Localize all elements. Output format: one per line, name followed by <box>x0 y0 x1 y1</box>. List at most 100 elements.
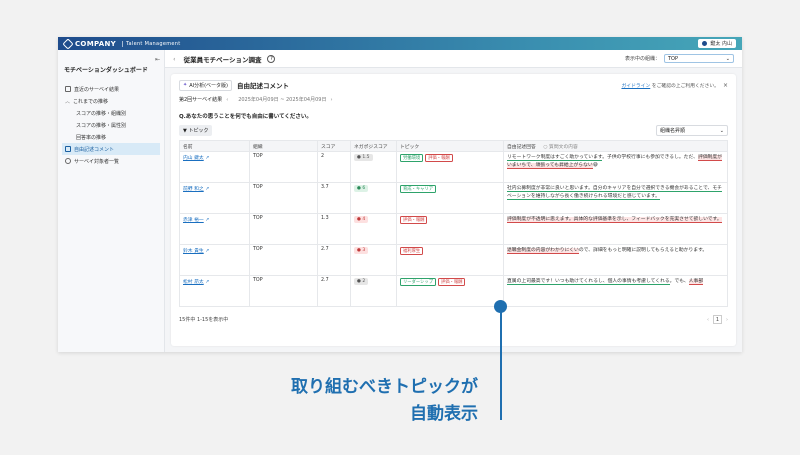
sidebar-item-label: スコアの推移・組織別 <box>76 110 127 117</box>
sidebar-item-label: 回答率の推移 <box>76 134 107 141</box>
table-row: 赤津 裕一 ↗ TOP 1.3 ● 4 評価・報酬 評価制度が不透明に思えます。… <box>179 213 728 245</box>
topic-tag[interactable]: 評価・報酬 <box>425 154 453 162</box>
negapo-value: 2 <box>362 279 366 284</box>
user-name: 鍵太 内山 <box>710 41 732 47</box>
comment-text: 評価制度が不透明に思えます。具体的な評価基準を示し、フィードバックを充実させて欲… <box>507 216 724 242</box>
negapo-chip: ● 2 <box>354 278 369 285</box>
topic-tag[interactable]: 福利厚生 <box>400 247 424 255</box>
cell-name: 前野 和之 ↗ <box>179 182 250 214</box>
main-area: ‹ 従業員モチベーション調査 ? 表示中の組織： TOP ⌄ ✦ AI分析(ベー… <box>165 50 742 352</box>
person-icon <box>65 158 71 164</box>
page-number[interactable]: 1 <box>713 315 722 324</box>
next-survey-icon[interactable]: › <box>330 97 332 103</box>
annotation-line-1: 取り組むべきトピックが <box>291 377 478 397</box>
employee-name-link[interactable]: 前野 和之 <box>183 187 204 192</box>
topic-tag[interactable]: 評価・報酬 <box>400 216 428 224</box>
comment-text: 退職金制度の内容がわかりにくいので、詳細をもっと明確に説明してもらえると助かりま… <box>507 247 724 273</box>
negative-highlight: 評価制度が不透明に思えます。具体的な評価基準を示し、フィードバックを充実させて欲… <box>507 217 722 223</box>
topic-tag[interactable]: 育成・キャリア <box>400 185 437 193</box>
org-select[interactable]: TOP ⌄ <box>664 54 734 63</box>
sentiment-icon: ● <box>357 186 361 191</box>
sentiment-icon: ● <box>357 279 361 284</box>
topic-tag[interactable]: リーダーシップ <box>400 278 436 286</box>
employee-name-link[interactable]: 鈴木 貴生 <box>183 249 204 254</box>
table-row: 前野 和之 ↗ TOP 3.7 ● 6 育成・キャリア 社内公募制度が非常に良い… <box>179 182 728 214</box>
positive-highlight: リモートワーク制度はすごく助かっています <box>507 155 603 161</box>
back-chevron-icon[interactable]: ‹ <box>173 55 176 63</box>
org-label: 表示中の組織： <box>624 56 660 62</box>
col-comment: 自由記述回答 ○ 質問文の内容 <box>503 140 728 152</box>
employee-name-link[interactable]: 赤津 裕一 <box>183 218 204 223</box>
topic-filter-button[interactable]: ▼ トピック <box>179 125 213 136</box>
next-page-icon[interactable]: › <box>726 317 728 323</box>
page-title: 従業員モチベーション調査 <box>183 55 262 64</box>
prev-page-icon[interactable]: ‹ <box>707 317 709 323</box>
col-negapo[interactable]: ネガポジスコア <box>350 140 397 152</box>
external-link-icon[interactable]: ↗ <box>205 156 209 161</box>
product-name: Talent Management <box>122 40 181 47</box>
cell-score: 2 <box>317 151 351 183</box>
col-org[interactable]: 組織 <box>249 140 318 152</box>
chevron-down-icon: ⌄ <box>719 127 724 134</box>
cell-name: 内山 鍵太 ↗ <box>179 151 250 183</box>
cell-org: TOP <box>249 213 318 245</box>
guideline-link[interactable]: ガイドライン <box>621 84 650 89</box>
external-link-icon[interactable]: ↗ <box>205 280 209 285</box>
sidebar-item-survey-targets[interactable]: サーベイ対象者一覧 <box>62 155 160 167</box>
survey-label: 第2回サーベイ結果 <box>179 97 223 103</box>
cell-name: 松村 昂太 ↗ <box>179 275 250 307</box>
sparkle-icon: ✦ <box>183 82 188 88</box>
sidebar-item-history[interactable]: ︿ これまでの推移 <box>62 95 160 107</box>
topic-tag[interactable]: 労働環境 <box>400 154 424 162</box>
col-topic[interactable]: トピック <box>396 140 504 152</box>
sidebar-item-score-by-org[interactable]: スコアの推移・組織別 <box>62 107 160 119</box>
external-link-icon[interactable]: ↗ <box>205 249 209 254</box>
plain-text: 。でも、 <box>669 279 689 284</box>
annotation-caption: 取り組むべきトピックが 自動表示 <box>291 374 478 428</box>
sentiment-icon: ● <box>357 217 361 222</box>
topic-tag[interactable]: 評価・報酬 <box>438 278 466 286</box>
negative-highlight: 退職金制度の内容がわかりにくい <box>507 248 579 254</box>
cell-negapo: ● 6 <box>350 182 397 214</box>
sidebar-item-label: 直近のサーベイ結果 <box>74 86 120 93</box>
col-name[interactable]: 名前 <box>179 140 250 152</box>
negapo-value: 4 <box>362 217 366 222</box>
help-icon[interactable]: ? <box>267 54 276 63</box>
prev-survey-icon[interactable]: ‹ <box>226 97 228 103</box>
cell-negapo: ● 1.5 <box>350 151 397 183</box>
cell-org: TOP <box>249 151 318 183</box>
legend: ○ 質問文の内容 <box>543 144 578 150</box>
pagination: 15件中 1-15を表示中 ‹ 1 › <box>179 315 728 324</box>
negapo-chip: ● 4 <box>354 216 369 223</box>
sentiment-icon: ● <box>357 248 361 253</box>
close-icon[interactable]: × <box>723 82 728 89</box>
collapse-sidebar-icon[interactable]: ⇤ <box>155 56 160 63</box>
legend-label: 質問文の内容 <box>549 144 578 150</box>
user-menu[interactable]: 鍵太 内山 <box>698 39 736 48</box>
page-header: ‹ 従業員モチベーション調査 ? 表示中の組織： TOP ⌄ <box>165 50 742 68</box>
cell-org: TOP <box>249 182 318 214</box>
comment-icon <box>65 146 71 152</box>
sort-select[interactable]: 組織名昇順 ⌄ <box>656 125 728 136</box>
external-link-icon[interactable]: ↗ <box>205 187 209 192</box>
col-score[interactable]: スコア <box>317 140 351 152</box>
ai-analysis-button[interactable]: ✦ AI分析(ベータ版) <box>179 79 233 91</box>
guideline-text: をご確認の上ご利用ください。 <box>651 83 719 89</box>
negapo-value: 6 <box>362 186 366 191</box>
plain-text: 😅 <box>592 162 598 168</box>
table-row: 鈴木 貴生 ↗ TOP 2.7 ● 3 福利厚生 退職金制度の内容がわかりにくい… <box>179 244 728 276</box>
logo: COMPANY Talent Management <box>62 37 181 50</box>
employee-name-link[interactable]: 松村 昂太 <box>183 280 204 285</box>
ai-label: AI分析(ベータ版) <box>189 82 229 89</box>
filter-icon: ▼ <box>183 128 187 134</box>
employee-name-link[interactable]: 内山 鍵太 <box>183 156 204 161</box>
sidebar-item-latest-results[interactable]: 直近のサーベイ結果 <box>62 83 160 95</box>
plain-text: ので、詳細をもっと明確に説明してもらえると助かります。 <box>578 248 708 253</box>
sentiment-icon: ● <box>357 155 361 160</box>
external-link-icon[interactable]: ↗ <box>205 218 209 223</box>
sidebar-item-free-comments[interactable]: 自由記述コメント <box>62 143 160 155</box>
sidebar: ⇤ モチベーションダッシュボード 直近のサーベイ結果 ︿ これまでの推移 スコア… <box>58 50 165 352</box>
cell-topic: 評価・報酬 <box>396 213 504 245</box>
sidebar-item-response-rate[interactable]: 回答率の推移 <box>62 131 160 143</box>
sidebar-item-score-by-attribute[interactable]: スコアの推移・属性別 <box>62 119 160 131</box>
